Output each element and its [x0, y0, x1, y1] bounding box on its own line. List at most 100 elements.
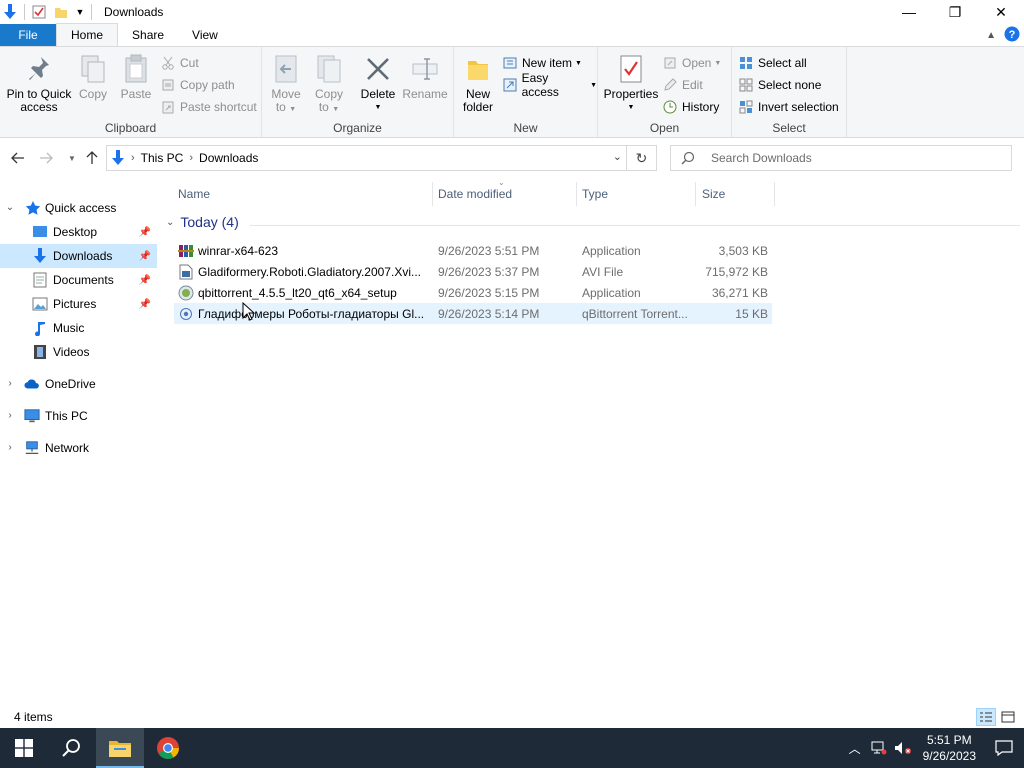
close-button[interactable]: ✕: [978, 0, 1024, 24]
move-to-button[interactable]: Move to ▼: [268, 53, 304, 116]
open-group: Properties ▼ Open ▼ Edit History Open: [598, 47, 732, 137]
properties-button[interactable]: Properties ▼: [604, 53, 658, 114]
tab-home[interactable]: Home: [56, 23, 119, 46]
breadcrumb-separator-icon[interactable]: ›: [131, 152, 135, 164]
pin-to-quick-access-button[interactable]: Pin to Quick access: [4, 53, 74, 114]
column-header-type[interactable]: Type: [576, 180, 694, 208]
history-button[interactable]: History: [662, 97, 719, 117]
title-bar: ▼ Downloads — ❐ ✕: [0, 0, 1024, 24]
minimize-button[interactable]: —: [886, 0, 932, 24]
forward-arrow-icon[interactable]: [38, 150, 54, 166]
notifications-icon[interactable]: [984, 728, 1024, 768]
column-header-name[interactable]: Name: [172, 180, 430, 208]
start-button[interactable]: [0, 728, 48, 768]
search-box[interactable]: Search Downloads: [670, 145, 1012, 171]
nav-quick-access[interactable]: ⌄ Quick access: [0, 196, 157, 220]
copy-to-button[interactable]: Copy to ▼: [312, 53, 346, 116]
rename-button[interactable]: Rename: [402, 53, 448, 101]
address-bar[interactable]: › This PC › Downloads ⌄ ↻: [106, 145, 657, 171]
recent-locations-chevron-icon[interactable]: ▼: [64, 150, 80, 166]
tab-share[interactable]: Share: [118, 24, 178, 46]
new-folder-icon: [462, 53, 494, 85]
expand-chevron-icon[interactable]: ›: [4, 410, 16, 421]
dropdown-arrow-icon: ▼: [714, 59, 722, 67]
pin-icon[interactable]: 📌: [139, 299, 151, 310]
nav-documents[interactable]: Documents 📌: [0, 268, 157, 292]
edit-button[interactable]: Edit: [662, 75, 703, 95]
breadcrumb-separator-icon[interactable]: ›: [189, 152, 193, 164]
up-arrow-icon[interactable]: [84, 150, 100, 166]
table-row[interactable]: Гладиформеры Роботы-гладиаторы Gl... 9/2…: [174, 303, 772, 324]
select-none-button[interactable]: Select none: [738, 75, 821, 95]
group-header-today[interactable]: ⌄ Today (4): [166, 214, 239, 230]
videos-film-icon: [32, 344, 48, 360]
minimize-ribbon-chevron-icon[interactable]: ▲: [986, 30, 996, 41]
breadcrumb-downloads[interactable]: Downloads: [199, 151, 258, 165]
new-folder-icon[interactable]: [53, 4, 69, 20]
address-history-chevron-icon[interactable]: ⌄: [613, 150, 622, 163]
show-hidden-icons-chevron-icon[interactable]: ︿: [843, 728, 867, 768]
nav-downloads[interactable]: Downloads 📌: [0, 244, 157, 268]
nav-this-pc[interactable]: › This PC: [0, 404, 157, 428]
collapse-chevron-icon[interactable]: ⌄: [166, 217, 174, 228]
downloads-arrow-icon[interactable]: [2, 4, 18, 20]
tab-view[interactable]: View: [178, 24, 232, 46]
open-group-label: Open: [649, 121, 680, 135]
invert-selection-button[interactable]: Invert selection: [738, 97, 839, 117]
nav-pictures[interactable]: Pictures 📌: [0, 292, 157, 316]
search-button[interactable]: [48, 728, 96, 768]
copy-path-icon: [160, 77, 176, 93]
pin-icon[interactable]: 📌: [139, 275, 151, 286]
nav-onedrive[interactable]: › OneDrive: [0, 372, 157, 396]
new-folder-button[interactable]: New folder: [460, 53, 496, 114]
copy-path-button[interactable]: Copy path: [160, 75, 235, 95]
easy-access-button[interactable]: Easy access ▼: [502, 71, 597, 99]
refresh-icon[interactable]: ↻: [626, 146, 656, 170]
pictures-icon: [32, 296, 48, 312]
expand-chevron-icon[interactable]: ›: [4, 442, 16, 453]
maximize-button[interactable]: ❐: [932, 0, 978, 24]
table-row[interactable]: qbittorrent_4.5.5_lt20_qt6_x64_setup 9/2…: [174, 282, 772, 303]
nav-music[interactable]: Music: [0, 316, 157, 340]
table-row[interactable]: Gladiformery.Roboti.Gladiatory.2007.Xvi.…: [174, 261, 772, 282]
select-all-button[interactable]: Select all: [738, 53, 807, 73]
downloads-arrow-icon: [32, 248, 48, 264]
chrome-taskbar-button[interactable]: [144, 728, 192, 768]
cut-button[interactable]: Cut: [160, 53, 199, 73]
volume-muted-icon[interactable]: [891, 728, 915, 768]
toolbar-divider: [91, 4, 92, 20]
delete-button[interactable]: Delete ▼: [358, 53, 398, 114]
column-header-date-modified[interactable]: Date modified: [432, 180, 576, 208]
customize-toolbar-chevron-icon[interactable]: ▼: [75, 4, 85, 20]
paste-shortcut-button[interactable]: Paste shortcut: [160, 97, 257, 117]
dropdown-arrow-icon: ▼: [627, 104, 635, 111]
breadcrumb-this-pc[interactable]: This PC: [141, 151, 184, 165]
open-button[interactable]: Open ▼: [662, 53, 721, 73]
large-icons-view-icon[interactable]: [998, 708, 1018, 726]
new-item-icon: [502, 55, 518, 71]
organize-group: Move to ▼ Copy to ▼ Delete ▼ Rename Orga…: [262, 47, 454, 137]
paste-button[interactable]: Paste: [118, 53, 154, 101]
invert-selection-icon: [738, 99, 754, 115]
tab-file[interactable]: File: [0, 24, 56, 46]
clock[interactable]: 5:51 PM 9/26/2023: [915, 732, 984, 764]
back-arrow-icon[interactable]: [10, 150, 26, 166]
expand-chevron-icon[interactable]: ›: [4, 378, 16, 389]
file-explorer-taskbar-button[interactable]: [96, 728, 144, 768]
pin-icon[interactable]: 📌: [139, 227, 151, 238]
column-header-size[interactable]: Size: [696, 180, 774, 208]
table-row[interactable]: winrar-x64-623 9/26/2023 5:51 PM Applica…: [174, 240, 772, 261]
properties-check-icon[interactable]: [31, 4, 47, 20]
nav-desktop[interactable]: Desktop 📌: [0, 220, 157, 244]
dropdown-arrow-icon: ▼: [289, 106, 297, 113]
network-status-icon[interactable]: [867, 728, 891, 768]
details-view-icon[interactable]: [976, 708, 996, 726]
pin-icon[interactable]: 📌: [139, 251, 151, 262]
nav-network[interactable]: › Network: [0, 436, 157, 460]
new-item-button[interactable]: New item ▼: [502, 53, 582, 73]
help-icon[interactable]: ?: [1004, 26, 1020, 45]
column-divider[interactable]: [774, 182, 775, 206]
collapse-chevron-icon[interactable]: ⌄: [4, 202, 16, 213]
nav-videos[interactable]: Videos: [0, 340, 157, 364]
copy-button[interactable]: Copy: [76, 53, 110, 101]
